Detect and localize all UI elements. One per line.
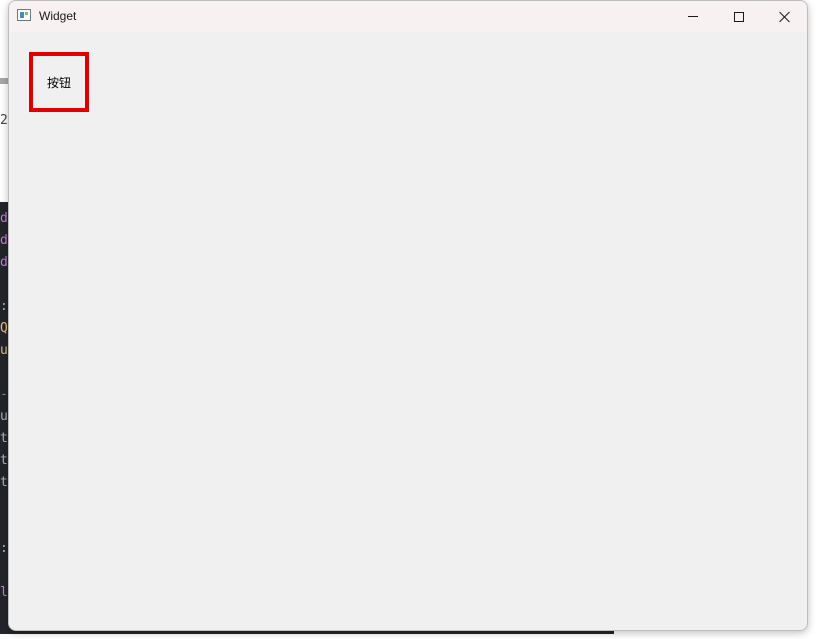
client-area: 按钮 [9,32,807,630]
app-window-icon [17,9,31,21]
app-window: Widget 按钮 [8,0,808,631]
minimize-icon [688,16,698,17]
close-button[interactable] [762,1,807,32]
minimize-button[interactable] [670,1,716,32]
window-title: Widget [39,9,77,23]
push-button[interactable]: 按钮 [29,52,89,112]
close-icon [779,11,791,23]
maximize-button[interactable] [716,1,762,32]
desktop: 2 ddd:Qu-uttt:l Widget 按钮 [0,0,816,639]
maximize-icon [734,11,744,22]
title-bar[interactable]: Widget [9,1,807,32]
